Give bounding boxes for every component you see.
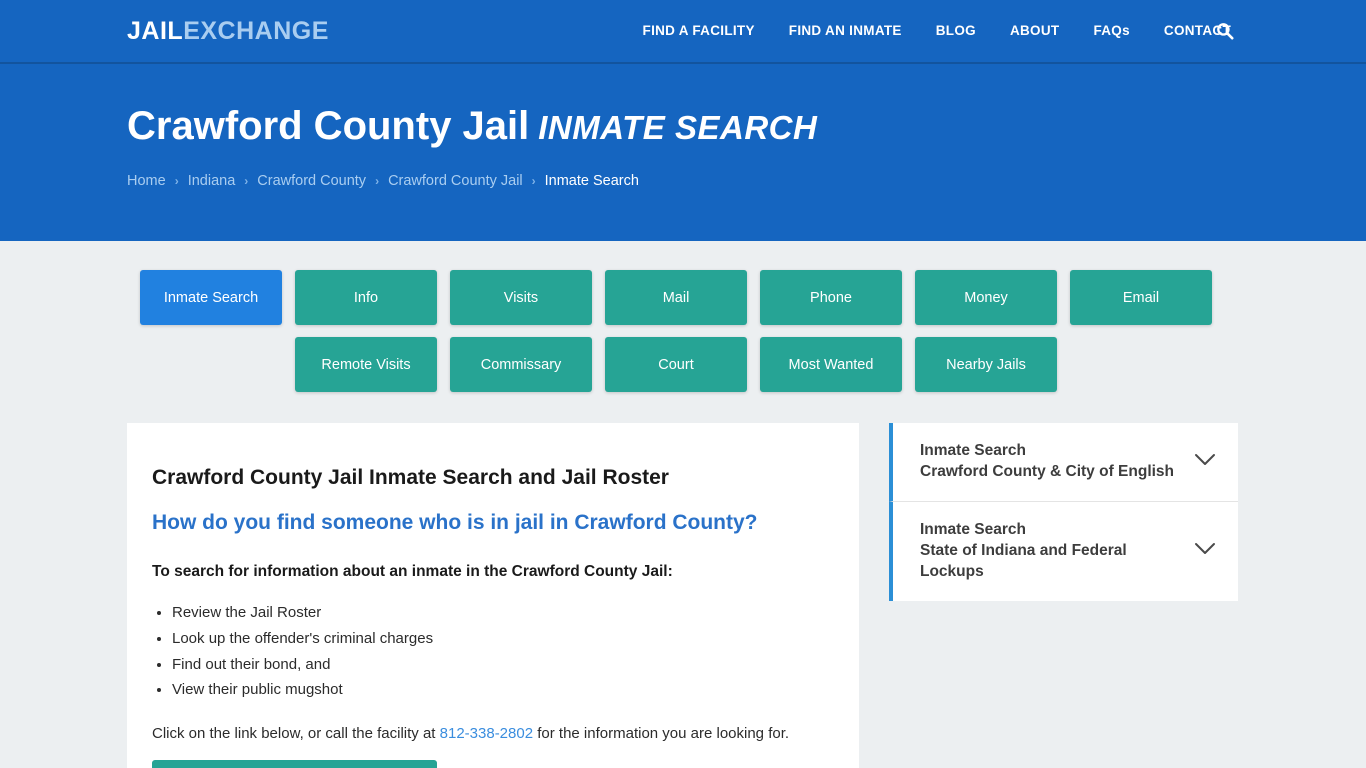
list-item: Find out their bond, and xyxy=(172,652,859,678)
contact-note-prefix: Click on the link below, or call the fac… xyxy=(152,725,440,743)
tab-money[interactable]: Money xyxy=(915,270,1057,325)
page-hero: Crawford County Jail INMATE SEARCH Home ›… xyxy=(0,64,1366,241)
accordion-item-title: Inmate Search xyxy=(920,520,1026,538)
nav-item-find-a-facility[interactable]: FIND A FACILITY xyxy=(626,0,772,63)
breadcrumb-item-crawford-county-jail[interactable]: Crawford County Jail xyxy=(388,173,523,189)
tab-info[interactable]: Info xyxy=(295,270,437,325)
accordion-item-county-search[interactable]: Inmate Search Crawford County & City of … xyxy=(889,423,1238,501)
list-item: View their public mugshot xyxy=(172,677,859,703)
main-navigation: FIND A FACILITY FIND AN INMATE BLOG ABOU… xyxy=(626,0,1366,63)
section-tabs: Inmate Search Info Visits Mail Phone Mon… xyxy=(0,241,1366,392)
contact-note: Click on the link below, or call the fac… xyxy=(152,725,859,742)
breadcrumb-item-current: Inmate Search xyxy=(544,173,639,189)
breadcrumb-separator: › xyxy=(174,174,179,188)
content-heading: Crawford County Jail Inmate Search and J… xyxy=(152,466,669,489)
list-item: Review the Jail Roster xyxy=(172,600,859,626)
site-logo[interactable]: JAILEXCHANGE xyxy=(127,16,329,45)
nav-item-find-an-inmate[interactable]: FIND AN INMATE xyxy=(772,0,919,63)
tab-most-wanted[interactable]: Most Wanted xyxy=(760,337,902,392)
breadcrumb-item-home[interactable]: Home xyxy=(127,173,166,189)
search-icon[interactable] xyxy=(1214,20,1236,42)
tab-mail[interactable]: Mail xyxy=(605,270,747,325)
logo-text-secondary: EXCHANGE xyxy=(183,16,329,45)
breadcrumb-separator: › xyxy=(244,174,249,188)
tab-phone[interactable]: Phone xyxy=(760,270,902,325)
tab-row-primary: Inmate Search Info Visits Mail Phone Mon… xyxy=(0,270,1366,325)
page-title-sub: INMATE SEARCH xyxy=(538,109,818,146)
contact-note-suffix: for the information you are looking for. xyxy=(533,725,790,743)
breadcrumb-item-indiana[interactable]: Indiana xyxy=(188,173,236,189)
accordion-item-text: Inmate Search State of Indiana and Feder… xyxy=(920,520,1184,583)
sidebar-accordion: Inmate Search Crawford County & City of … xyxy=(889,423,1238,601)
page-content: Crawford County Jail Inmate Search and J… xyxy=(0,392,1366,768)
breadcrumb: Home › Indiana › Crawford County › Crawf… xyxy=(127,173,1239,189)
tab-commissary[interactable]: Commissary xyxy=(450,337,592,392)
facility-phone-link[interactable]: 812-338-2802 xyxy=(440,725,533,742)
breadcrumb-separator: › xyxy=(375,174,380,188)
tab-court[interactable]: Court xyxy=(605,337,747,392)
nav-item-blog[interactable]: BLOG xyxy=(919,0,993,63)
accordion-item-subtitle: State of Indiana and Federal Lockups xyxy=(920,541,1127,580)
main-content-card: Crawford County Jail Inmate Search and J… xyxy=(127,423,859,768)
page-title-main: Crawford County Jail xyxy=(127,104,530,148)
tab-nearby-jails[interactable]: Nearby Jails xyxy=(915,337,1057,392)
tab-remote-visits[interactable]: Remote Visits xyxy=(295,337,437,392)
breadcrumb-separator: › xyxy=(531,174,536,188)
page-title: Crawford County Jail INMATE SEARCH xyxy=(127,64,1239,149)
nav-item-about[interactable]: ABOUT xyxy=(993,0,1077,63)
chevron-down-icon xyxy=(1194,542,1216,560)
accordion-item-text: Inmate Search Crawford County & City of … xyxy=(920,441,1174,483)
content-lead-text: To search for information about an inmat… xyxy=(152,563,673,580)
tab-visits[interactable]: Visits xyxy=(450,270,592,325)
tab-row-secondary: Remote Visits Commissary Court Most Want… xyxy=(0,337,1366,392)
search-steps-list: Review the Jail Roster Look up the offen… xyxy=(172,600,859,703)
logo-text-primary: JAIL xyxy=(127,16,184,45)
tab-email[interactable]: Email xyxy=(1070,270,1212,325)
site-header: JAILEXCHANGE FIND A FACILITY FIND AN INM… xyxy=(0,0,1366,64)
chevron-down-icon xyxy=(1194,453,1216,471)
list-item: Look up the offender's criminal charges xyxy=(172,626,859,652)
accordion-item-subtitle: Crawford County & City of English xyxy=(920,462,1175,480)
tab-inmate-search[interactable]: Inmate Search xyxy=(140,270,282,325)
content-subheading: How do you find someone who is in jail i… xyxy=(152,511,758,534)
accordion-item-title: Inmate Search xyxy=(920,442,1026,459)
nav-item-faqs[interactable]: FAQs xyxy=(1076,0,1146,63)
accordion-item-state-search[interactable]: Inmate Search State of Indiana and Feder… xyxy=(889,500,1238,601)
breadcrumb-item-crawford-county[interactable]: Crawford County xyxy=(257,173,366,189)
roster-cta-button[interactable] xyxy=(152,760,437,768)
